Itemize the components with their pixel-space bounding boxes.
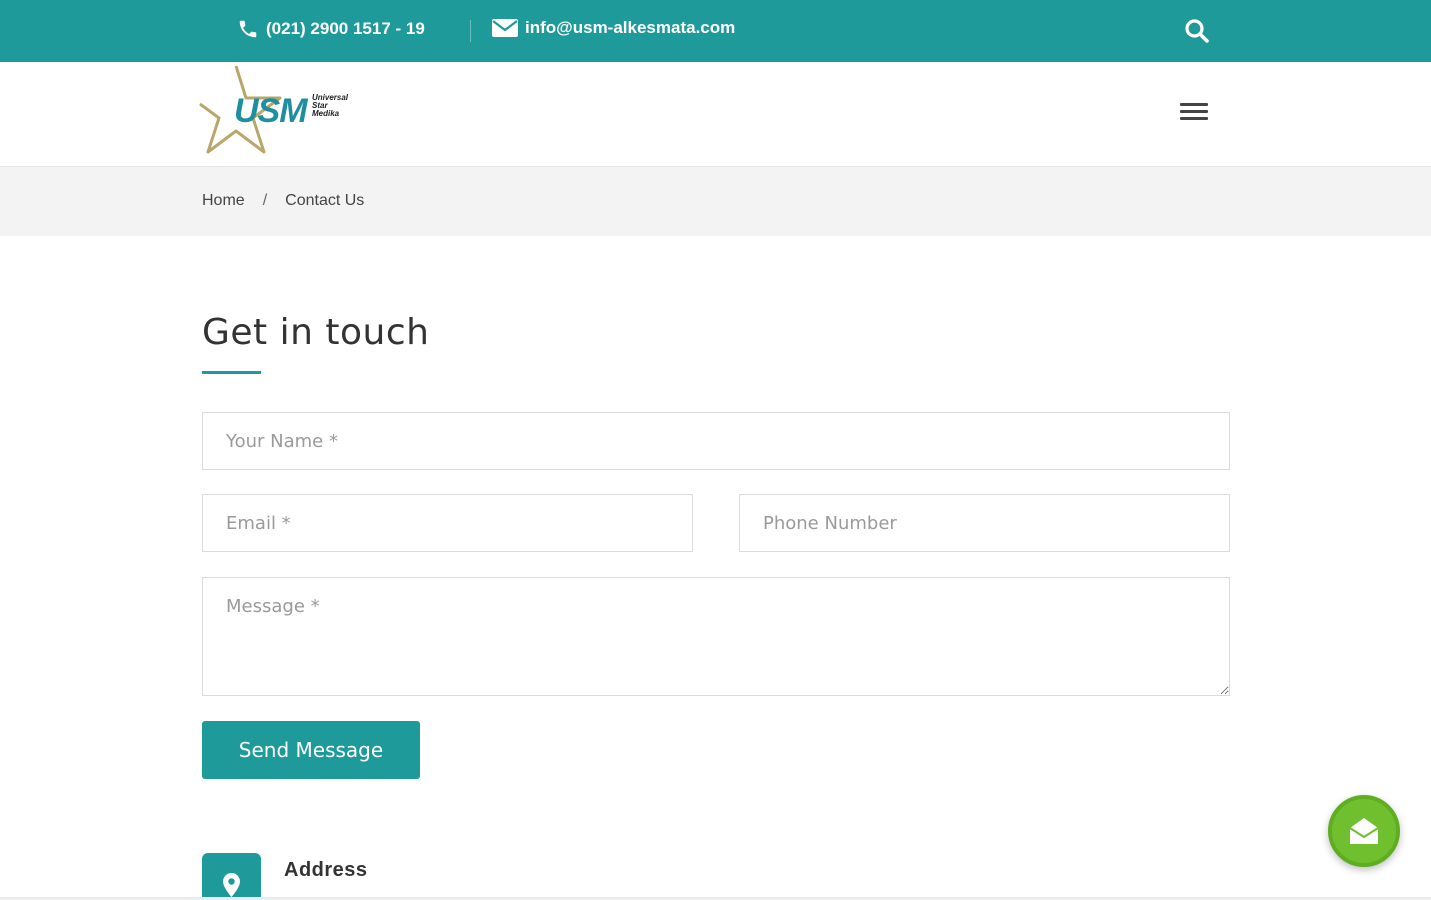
breadcrumb-home-link[interactable]: Home — [202, 192, 245, 210]
top-bar: (021) 2900 1517 - 19 info@usm-alkesmata.… — [0, 0, 1431, 62]
breadcrumb-separator: / — [262, 192, 268, 209]
site-logo[interactable]: USM Universal Star Medika — [198, 64, 368, 162]
logo-text: USM — [234, 92, 308, 130]
phone-input[interactable] — [739, 494, 1230, 552]
logo-subtitle: Universal Star Medika — [312, 93, 349, 118]
address-label: Address — [284, 859, 368, 881]
search-button[interactable] — [1184, 18, 1210, 44]
envelope-icon — [492, 19, 518, 37]
phone-number: (021) 2900 1517 - 19 — [266, 19, 425, 38]
page-title: Get in touch — [202, 312, 430, 353]
map-pin-icon — [223, 873, 240, 897]
email-address: info@usm-alkesmata.com — [525, 18, 736, 37]
email-contact[interactable]: info@usm-alkesmata.com — [492, 18, 735, 38]
breadcrumb-bar: Home / Contact Us — [0, 166, 1431, 236]
name-input[interactable] — [202, 412, 1230, 470]
send-message-button[interactable]: Send Message — [202, 721, 420, 779]
address-icon-box — [202, 853, 261, 900]
hamburger-menu-icon — [1178, 103, 1210, 120]
envelope-open-icon — [1349, 818, 1379, 844]
title-underline — [202, 371, 261, 374]
search-icon — [1185, 19, 1209, 43]
email-input[interactable] — [202, 494, 693, 552]
breadcrumb-current: Contact Us — [285, 192, 365, 209]
breadcrumb: Home / Contact Us — [202, 192, 364, 210]
topbar-divider — [470, 20, 471, 42]
phone-contact[interactable]: (021) 2900 1517 - 19 — [237, 18, 425, 40]
floating-contact-button[interactable] — [1328, 795, 1400, 867]
message-textarea[interactable] — [202, 577, 1230, 696]
site-header: USM Universal Star Medika — [0, 62, 1431, 166]
phone-icon — [239, 20, 257, 38]
hamburger-menu-button[interactable] — [1178, 100, 1210, 124]
